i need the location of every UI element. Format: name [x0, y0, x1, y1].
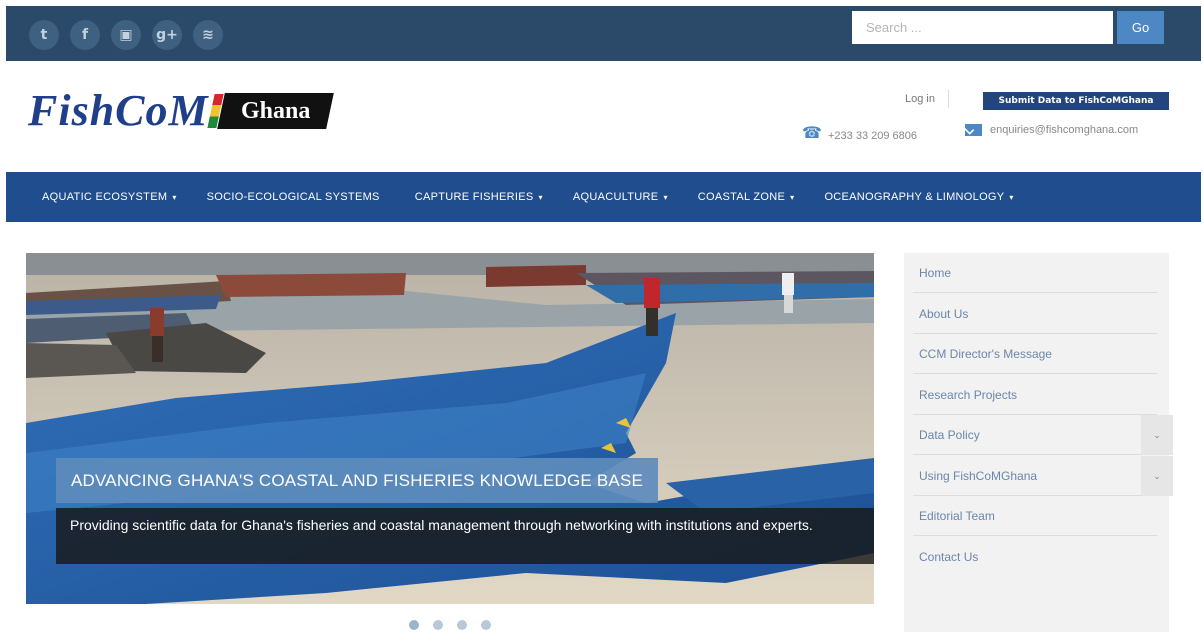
logo-badge: Ghana — [216, 93, 334, 129]
chevron-down-icon: ▾ — [790, 193, 795, 202]
slider-dot-4[interactable] — [481, 620, 491, 630]
sidebar-item-research-projects[interactable]: Research Projects — [913, 375, 1157, 415]
site-logo[interactable]: FishCoM Ghana — [28, 86, 334, 135]
nav-item-coastal-zone[interactable]: COASTAL ZONE ▾ — [698, 191, 795, 203]
main-nav: AQUATIC ECOSYSTEM ▾ SOCIO-ECOLOGICAL SYST… — [6, 172, 1201, 222]
slider-dot-3[interactable] — [457, 620, 467, 630]
phone-icon: ☎ — [802, 123, 822, 142]
nav-item-aquatic-ecosystem[interactable]: AQUATIC ECOSYSTEM ▾ — [42, 191, 177, 203]
email-address[interactable]: enquiries@fishcomghana.com — [990, 124, 1138, 136]
nav-item-aquaculture[interactable]: AQUACULTURE ▾ — [573, 191, 668, 203]
nav-item-socio-ecological-systems[interactable]: SOCIO-ECOLOGICAL SYSTEMS — [207, 191, 385, 203]
nav-item-oceanography-limnology[interactable]: OCEANOGRAPHY & LIMNOLOGY ▾ — [824, 191, 1013, 203]
header-divider — [948, 90, 949, 108]
chevron-down-icon: ▾ — [1009, 193, 1014, 202]
search-go-button[interactable]: Go — [1117, 11, 1164, 44]
chevron-down-icon: ▾ — [172, 193, 177, 202]
slider-dot-2[interactable] — [433, 620, 443, 630]
search-input[interactable] — [852, 11, 1113, 44]
chevron-down-icon[interactable]: ⌄ — [1141, 456, 1173, 496]
hero-title: ADVANCING GHANA'S COASTAL AND FISHERIES … — [56, 458, 659, 503]
slider-dot-1[interactable] — [409, 620, 419, 630]
login-link[interactable]: Log in — [905, 93, 935, 105]
contact-email[interactable]: enquiries@fishcomghana.com — [965, 124, 1138, 136]
social-links: t f ▣ g+ ≋ — [29, 20, 223, 50]
sidebar-menu: Home About Us CCM Director's Message Res… — [904, 253, 1173, 632]
sidebar-item-data-policy[interactable]: Data Policy ⌄ — [913, 415, 1173, 455]
slider-pagination — [409, 620, 491, 630]
submit-data-button[interactable]: Submit Data to FishCoMGhana — [983, 92, 1169, 110]
phone-number: +233 33 209 6806 — [828, 130, 918, 142]
sidebar-item-home[interactable]: Home — [913, 253, 1157, 293]
sidebar-item-contact-us[interactable]: Contact Us — [913, 537, 1157, 577]
chevron-down-icon: ▾ — [663, 193, 668, 202]
rss-icon[interactable]: ≋ — [193, 20, 223, 50]
youtube-icon[interactable]: ▣ — [111, 20, 141, 50]
envelope-icon — [965, 124, 982, 136]
contact-phone: ☎ +233 33 209 6806 — [802, 123, 918, 143]
sidebar-item-editorial-team[interactable]: Editorial Team — [913, 496, 1157, 536]
hero-subtitle: Providing scientific data for Ghana's fi… — [56, 508, 874, 564]
sidebar-item-directors-message[interactable]: CCM Director's Message — [913, 334, 1157, 374]
chevron-down-icon: ▾ — [538, 193, 543, 202]
twitter-icon[interactable]: t — [29, 20, 59, 50]
facebook-icon[interactable]: f — [70, 20, 100, 50]
hero-slider[interactable]: ADVANCING GHANA'S COASTAL AND FISHERIES … — [26, 253, 874, 604]
sidebar-item-about-us[interactable]: About Us — [913, 294, 1157, 334]
chevron-down-icon[interactable]: ⌄ — [1141, 415, 1173, 455]
sidebar-item-using-fishcomghana[interactable]: Using FishCoMGhana ⌄ — [913, 456, 1173, 496]
nav-item-capture-fisheries[interactable]: CAPTURE FISHERIES ▾ — [415, 191, 543, 203]
logo-text: FishCoM — [28, 86, 209, 135]
googleplus-icon[interactable]: g+ — [152, 20, 182, 50]
